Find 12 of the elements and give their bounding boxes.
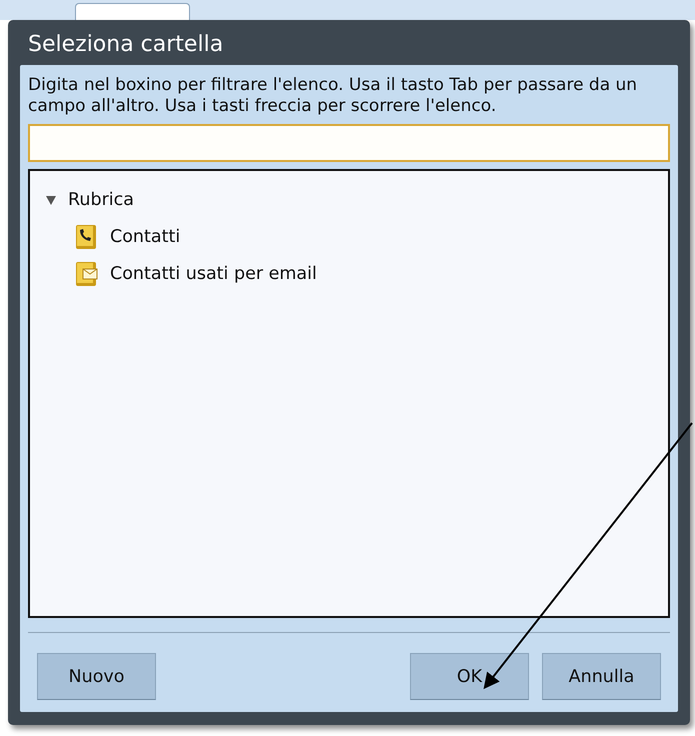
dialog-button[interactable]: Nuovo: [37, 653, 156, 700]
tree-item[interactable]: Contatti: [110, 227, 180, 247]
phone-book-icon: [74, 224, 98, 250]
dialog-title: Seleziona cartella: [27, 31, 224, 59]
dialog-button[interactable]: OK: [410, 653, 529, 700]
mail-book-icon: [74, 261, 98, 287]
tree-item[interactable]: Contatti usati per email: [110, 264, 317, 284]
dialog-button[interactable]: Annulla: [542, 653, 661, 700]
filter-field[interactable]: [28, 124, 670, 162]
collapse-triangle-icon[interactable]: [46, 195, 56, 205]
tree-item[interactable]: Rubrica: [68, 190, 134, 210]
instructions-text: Digita nel boxino per filtrare l'elenco. Usa il tasto Tab per passare da un campo all'altro. Usa i tasti freccia per scorrere l'elenco.: [28, 75, 638, 117]
